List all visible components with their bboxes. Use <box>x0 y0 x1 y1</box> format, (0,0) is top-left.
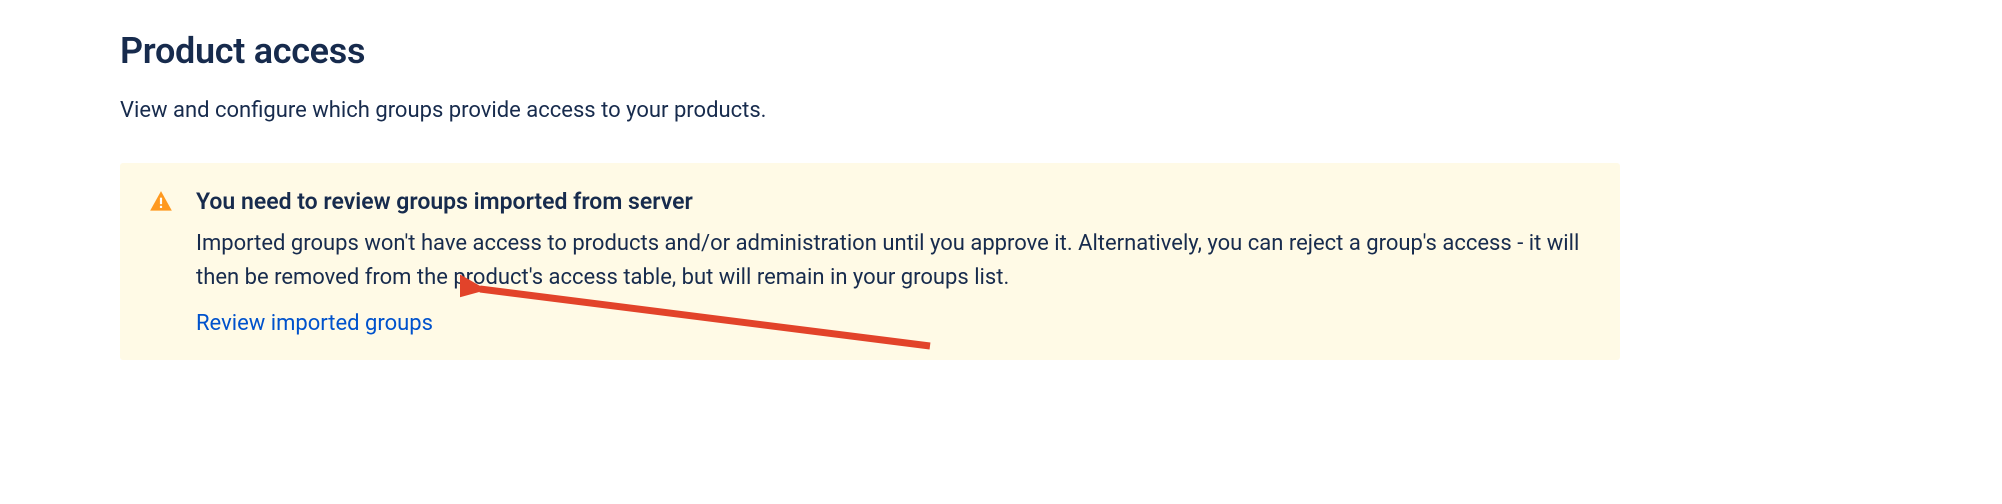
warning-icon <box>148 187 174 219</box>
page-description: View and configure which groups provide … <box>120 96 1620 127</box>
warning-title: You need to review groups imported from … <box>196 187 1592 217</box>
warning-content: You need to review groups imported from … <box>196 187 1592 336</box>
product-access-page: Product access View and configure which … <box>120 30 1620 360</box>
warning-body: Imported groups won't have access to pro… <box>196 227 1592 295</box>
review-imported-groups-link[interactable]: Review imported groups <box>196 311 433 336</box>
warning-banner: You need to review groups imported from … <box>120 163 1620 360</box>
page-title: Product access <box>120 30 1620 72</box>
